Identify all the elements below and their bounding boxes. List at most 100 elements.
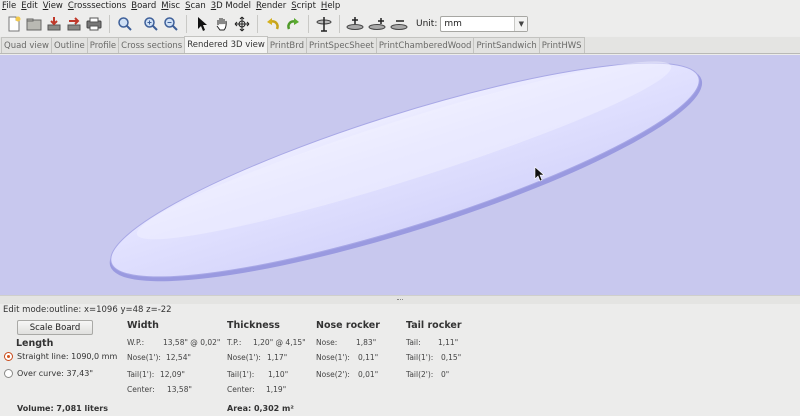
tail-rocker-row-value: 0" xyxy=(441,370,450,379)
splitter-grip[interactable] xyxy=(397,299,403,300)
tail-rocker-row-label: Tail(1'): xyxy=(406,353,434,362)
thickness-row-label: Nose(1'): xyxy=(227,353,261,362)
tab-outline[interactable]: Outline xyxy=(50,37,88,53)
scale-board-button[interactable]: Scale Board xyxy=(17,320,93,335)
unit-select-value: mm xyxy=(444,18,462,29)
nose-rocker-row-value: 1,83" xyxy=(356,338,377,347)
menu-view[interactable]: View xyxy=(43,1,63,11)
thickness-row: T.P.: 1,20" @ 4,15" xyxy=(227,338,306,347)
print-icon xyxy=(86,17,102,30)
tail-rocker-heading: Tail rocker xyxy=(406,320,462,331)
delete-point-icon xyxy=(390,19,408,30)
volume-readout: Volume: 7,081 liters xyxy=(17,404,108,413)
toolbar-separator xyxy=(186,14,187,33)
menu-render[interactable]: Render xyxy=(256,1,286,11)
thickness-row-label: Tail(1'): xyxy=(227,370,255,379)
width-row: Nose(1'): 12,54" xyxy=(127,353,191,362)
board-stand-icon xyxy=(316,16,332,32)
width-row: Center: 13,58" xyxy=(127,385,192,394)
select-tool-button[interactable] xyxy=(193,15,211,33)
redo-icon xyxy=(287,17,299,29)
add-control-point-button[interactable] xyxy=(346,15,364,33)
tab-printchamberedwood[interactable]: PrintChamberedWood xyxy=(375,37,475,53)
over-curve-radio[interactable] xyxy=(4,369,13,378)
chevron-down-icon: ▼ xyxy=(514,16,528,31)
zoom-in-icon xyxy=(144,16,158,31)
tab-printsandwich[interactable]: PrintSandwich xyxy=(473,37,540,53)
width-row-label: Tail(1'): xyxy=(127,370,155,379)
tail-rocker-row-label: Tail: xyxy=(406,338,421,347)
zoom-icon xyxy=(118,16,132,31)
panel-splitter[interactable] xyxy=(0,295,800,304)
zoom-in-button[interactable] xyxy=(142,15,160,33)
board-center-button[interactable] xyxy=(315,15,333,33)
straight-line-option[interactable]: Straight line: 1090,0 mm xyxy=(4,352,117,361)
width-row-value: 12,09" xyxy=(160,370,185,379)
toolbar-separator xyxy=(109,14,110,33)
tab-rendered-3d-view[interactable]: Rendered 3D view xyxy=(184,36,268,53)
undo-button[interactable] xyxy=(264,15,282,33)
menu-crosssections[interactable]: Crosssections xyxy=(68,1,126,11)
redo-button[interactable] xyxy=(284,15,302,33)
nose-rocker-row: Nose(1'): 0,11" xyxy=(316,353,378,362)
move-tool-button[interactable] xyxy=(233,15,251,33)
tab-quad-view[interactable]: Quad view xyxy=(1,37,52,53)
menu-scan[interactable]: Scan xyxy=(185,1,206,11)
delete-point-button[interactable] xyxy=(390,15,408,33)
tab-profile[interactable]: Profile xyxy=(86,37,120,53)
straight-line-radio[interactable] xyxy=(4,352,13,361)
over-curve-option[interactable]: Over curve: 37,43" xyxy=(4,369,93,378)
save-icon xyxy=(47,16,61,30)
hand-icon xyxy=(216,17,227,30)
move-crosshair-icon xyxy=(234,16,250,31)
menu-misc[interactable]: Misc xyxy=(161,1,180,11)
thickness-row-value: 1,17" xyxy=(267,353,288,362)
undo-icon xyxy=(267,17,279,29)
print-button[interactable] xyxy=(85,15,103,33)
board-render xyxy=(109,61,703,282)
new-file-button[interactable] xyxy=(5,15,23,33)
toolbar-separator xyxy=(339,14,340,33)
save-button[interactable] xyxy=(45,15,63,33)
unit-label: Unit: xyxy=(416,18,438,29)
tab-printhws[interactable]: PrintHWS xyxy=(538,37,585,53)
nose-rocker-row-value: 0,11" xyxy=(358,353,379,362)
width-row-label: Center: xyxy=(127,385,155,394)
nose-rocker-row-label: Nose(1'): xyxy=(316,353,350,362)
toolbar: Unit: mm ▼ xyxy=(0,11,800,36)
toolbar-separator xyxy=(257,14,258,33)
menu-edit[interactable]: Edit xyxy=(21,1,37,11)
add-guide-point-icon xyxy=(368,17,386,30)
width-row-label: Nose(1'): xyxy=(127,353,161,362)
thickness-row-value: 1,10" xyxy=(268,370,289,379)
width-row: W.P.: 13,58" @ 0,02" xyxy=(127,338,220,347)
menu-file[interactable]: File xyxy=(2,1,16,11)
thickness-row-label: T.P.: xyxy=(227,338,242,347)
tail-rocker-row-value: 1,11" xyxy=(438,338,459,347)
menu-bar: File Edit View Crosssections Board Misc … xyxy=(0,0,800,11)
rendered-3d-viewport[interactable] xyxy=(0,55,800,295)
thickness-row-value: 1,20" @ 4,15" xyxy=(253,338,306,347)
open-file-button[interactable] xyxy=(25,15,43,33)
pan-tool-button[interactable] xyxy=(213,15,231,33)
zoom-button[interactable] xyxy=(116,15,134,33)
tab-printspecsheet[interactable]: PrintSpecSheet xyxy=(305,37,377,53)
tab-cross-sections[interactable]: Cross sections xyxy=(118,37,186,53)
nose-rocker-row: Nose: 1,83" xyxy=(316,338,376,347)
thickness-row: Tail(1'): 1,10" xyxy=(227,370,288,379)
add-guide-point-button[interactable] xyxy=(368,15,386,33)
menu-board[interactable]: Board xyxy=(131,1,156,11)
arrow-pointer-icon xyxy=(198,16,207,31)
straight-line-label: Straight line: 1090,0 mm xyxy=(17,352,118,361)
save-as-button[interactable] xyxy=(65,15,83,33)
tab-printbrd[interactable]: PrintBrd xyxy=(266,37,307,53)
unit-select[interactable]: mm ▼ xyxy=(440,15,529,32)
menu-help[interactable]: Help xyxy=(321,1,340,11)
add-point-icon xyxy=(346,16,364,30)
zoom-out-button[interactable] xyxy=(162,15,180,33)
tail-rocker-row-value: 0,15" xyxy=(441,353,462,362)
menu-3d-model[interactable]: 3D Model xyxy=(211,1,251,11)
tail-rocker-row: Tail(2'): 0" xyxy=(406,370,449,379)
zoom-out-icon xyxy=(164,16,178,31)
menu-script[interactable]: Script xyxy=(291,1,316,11)
